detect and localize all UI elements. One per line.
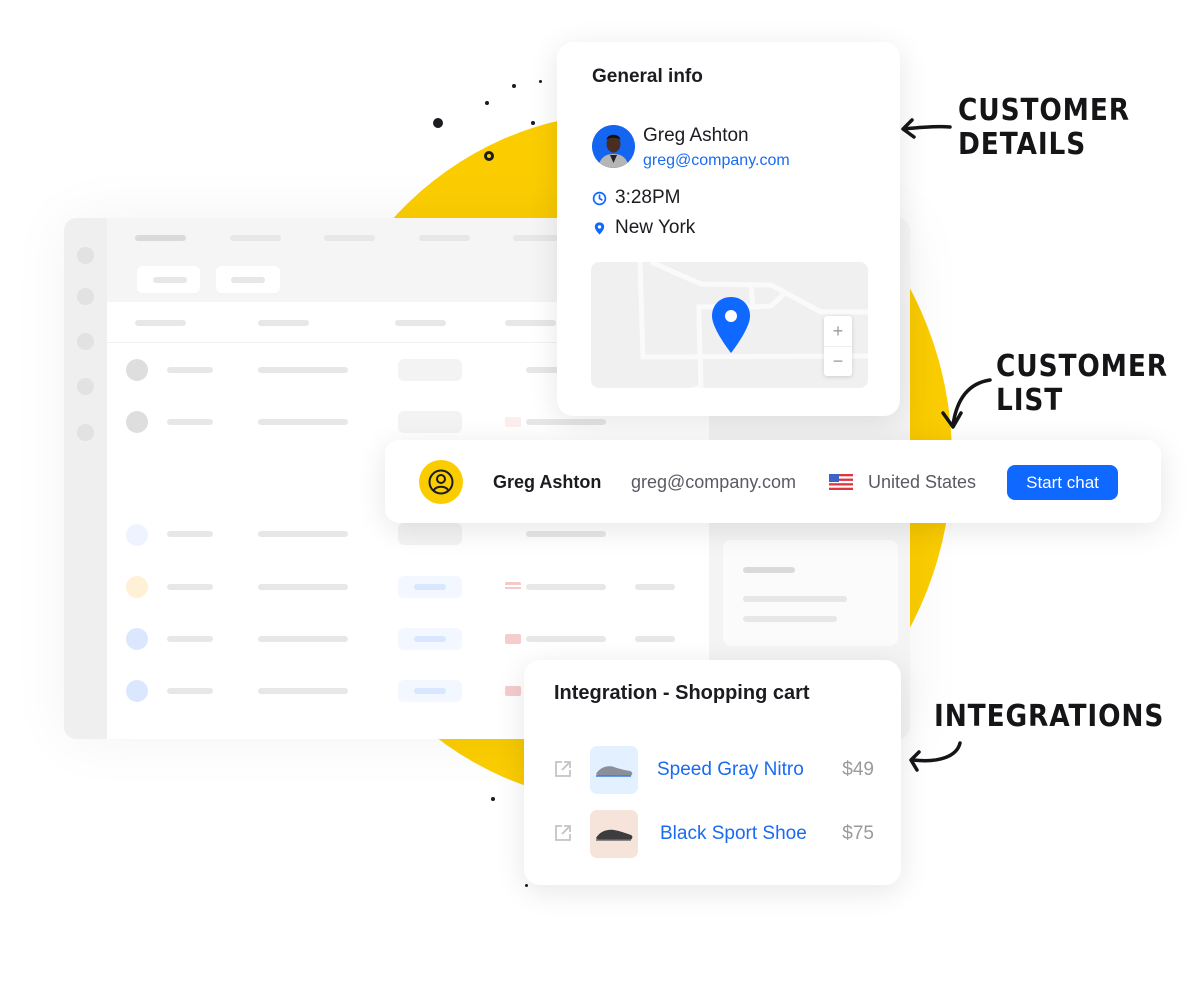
us-flag-icon [829, 474, 853, 490]
product-link[interactable]: Black Sport Shoe [660, 823, 807, 845]
map-zoom-out-button[interactable]: − [824, 346, 852, 376]
tab-placeholder[interactable] [419, 235, 470, 241]
location-row: New York [592, 217, 695, 239]
location: New York [615, 217, 696, 238]
decorative-dot [539, 80, 542, 83]
sidebar [64, 218, 107, 739]
external-link-icon[interactable] [554, 824, 572, 842]
decorative-dot [485, 101, 489, 105]
column-header-placeholder [135, 320, 186, 326]
customer-list-row-card[interactable]: Greg Ashton greg@company.com United Stat… [385, 440, 1161, 523]
product-thumbnail-gray-shoe [590, 746, 638, 794]
cart-item: Speed Gray Nitro $49 [554, 746, 874, 794]
annotation-customer-list: CUSTOMER LIST [996, 349, 1168, 418]
info-card-placeholder [723, 540, 898, 646]
annotation-integrations: INTEGRATIONS [934, 699, 1165, 734]
card-title: General info [592, 66, 703, 87]
arrow-left-icon [901, 118, 952, 139]
customer-name: Greg Ashton [493, 472, 602, 492]
start-chat-button[interactable]: Start chat [1007, 465, 1118, 500]
integration-shopping-cart-card: Integration - Shopping cart Speed Gray N… [524, 660, 901, 885]
arrow-down-curved-icon [941, 378, 992, 429]
sidebar-item[interactable] [77, 288, 94, 305]
customer-email-link[interactable]: greg@company.com [643, 152, 790, 170]
arrow-left-curved-icon [909, 741, 962, 772]
external-link-icon[interactable] [554, 760, 572, 778]
customer-country: United States [868, 472, 977, 492]
map-pin-icon [594, 221, 605, 235]
column-header-placeholder [258, 320, 309, 326]
sidebar-item[interactable] [77, 247, 94, 264]
product-link[interactable]: Speed Gray Nitro [657, 759, 804, 781]
decorative-dot [491, 797, 495, 801]
decorative-dot [433, 118, 443, 128]
sidebar-item[interactable] [77, 333, 94, 350]
map-zoom-in-button[interactable]: + [824, 316, 852, 346]
location-map[interactable]: + − [591, 262, 868, 388]
column-header-placeholder [505, 320, 556, 326]
map-marker-icon [712, 297, 750, 353]
local-time-row: 3:28PM [592, 187, 680, 209]
map-zoom-controls: + − [824, 316, 852, 376]
decorative-dot [531, 121, 535, 125]
card-title: Integration - Shopping cart [554, 682, 810, 704]
tab-placeholder[interactable] [135, 235, 186, 241]
decorative-dot [512, 84, 516, 88]
cart-item: Black Sport Shoe $75 [554, 810, 874, 858]
filter-button-placeholder[interactable] [137, 266, 200, 293]
sidebar-item[interactable] [77, 378, 94, 395]
tab-placeholder[interactable] [230, 235, 281, 241]
customer-avatar [592, 125, 635, 168]
product-price: $49 [842, 759, 874, 780]
product-price: $75 [842, 823, 874, 844]
customer-name: Greg Ashton [643, 125, 749, 146]
column-header-placeholder [395, 320, 446, 326]
user-circle-icon [419, 460, 463, 504]
annotation-customer-details: CUSTOMER DETAILS [958, 93, 1130, 162]
decorative-ring [484, 151, 494, 161]
product-thumbnail-black-shoe [590, 810, 638, 858]
general-info-card: General info Greg Ashton greg@company.co… [557, 42, 900, 416]
local-time: 3:28PM [615, 187, 681, 208]
filter-button-placeholder[interactable] [216, 266, 280, 293]
customer-email: greg@company.com [631, 472, 797, 492]
sidebar-item[interactable] [77, 424, 94, 441]
decorative-dot [525, 884, 528, 887]
clock-icon [592, 191, 607, 205]
tab-placeholder[interactable] [324, 235, 375, 241]
